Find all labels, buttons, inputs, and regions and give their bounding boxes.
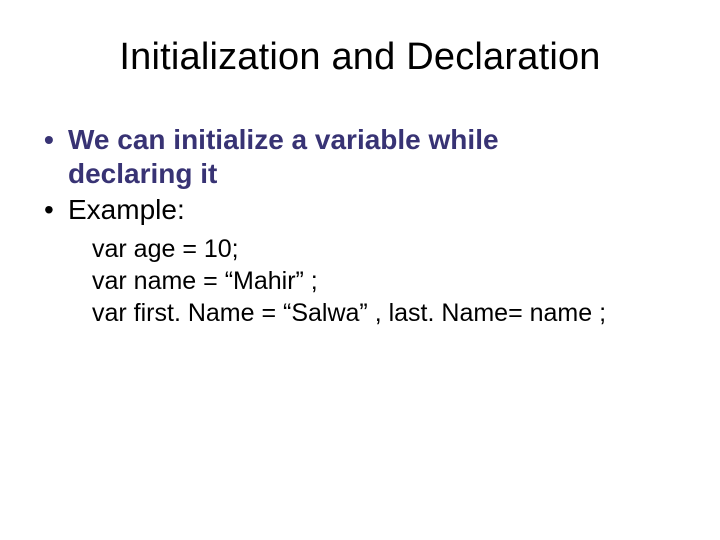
bullet-text-2: Example:: [68, 194, 185, 225]
bullet-text-line2: declaring it: [68, 158, 217, 189]
slide: Initialization and Declaration We can in…: [0, 0, 720, 540]
slide-title: Initialization and Declaration: [28, 36, 692, 79]
bullet-list: We can initialize a variable while decla…: [38, 123, 692, 227]
code-line-2: var name = “Mahir” ;: [92, 265, 692, 297]
bullet-text-line1: We can initialize a variable while: [68, 124, 499, 155]
code-line-1: var age = 10;: [92, 233, 692, 265]
bullet-item-1: We can initialize a variable while decla…: [38, 123, 692, 191]
code-block: var age = 10; var name = “Mahir” ; var f…: [92, 233, 692, 329]
bullet-item-2: Example:: [38, 193, 692, 227]
code-line-3: var first. Name = “Salwa” , last. Name= …: [92, 297, 692, 329]
